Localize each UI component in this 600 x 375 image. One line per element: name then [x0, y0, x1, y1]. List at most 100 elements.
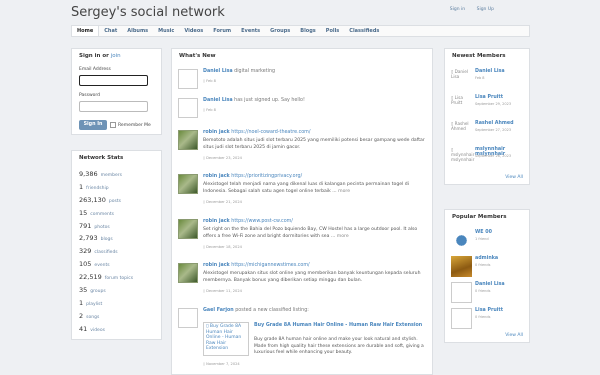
member-avatar[interactable] [451, 308, 472, 329]
stat-link[interactable]: friendship [86, 186, 108, 191]
member-avatar[interactable]: ▯ Lisa Pruitt [451, 95, 472, 116]
more-link[interactable]: more [338, 189, 350, 194]
avatar[interactable] [178, 174, 198, 194]
avatar[interactable] [178, 219, 198, 239]
avatar[interactable] [178, 69, 198, 89]
stat-link[interactable]: members [101, 173, 122, 178]
member-avatar[interactable] [451, 282, 472, 303]
stat-link[interactable]: comments [90, 212, 114, 217]
tab-forum[interactable]: Forum [208, 26, 236, 36]
remember-me[interactable]: Remember Me [110, 122, 151, 128]
activity-item: robin jack https://michigannewstimes.com… [178, 263, 428, 299]
stat-link[interactable]: photos [94, 225, 109, 230]
activity-body: Alexistogel merupakan situs slot online … [203, 271, 421, 283]
activity-user[interactable]: Gael Farjon [203, 308, 234, 313]
activity-date: ▯ November 7, 2024 [203, 362, 240, 366]
member-name[interactable]: Daniel Lisa [475, 282, 505, 287]
activity-link[interactable]: https://prioritizingprivacy.org/ [230, 174, 302, 179]
network-stats-panel: Network Stats 9,386 members 1 friendship 2… [71, 150, 162, 340]
join-link[interactable]: join [111, 53, 121, 59]
activity-user[interactable]: Daniel Lisa [203, 98, 233, 103]
stat-link[interactable]: forum topics [105, 276, 133, 281]
tab-home[interactable]: Home [72, 26, 100, 36]
activity-link[interactable]: https://noel-coward-theatre.com/ [230, 130, 310, 135]
activity-link[interactable]: https://michigannewstimes.com/ [230, 263, 309, 268]
stat-link[interactable]: posts [109, 199, 121, 204]
avatar[interactable] [178, 263, 198, 283]
member-item: adminka 0 friends [451, 256, 527, 278]
member-friends: 0 friends [475, 263, 491, 267]
tab-groups[interactable]: Groups [265, 26, 295, 36]
tab-blogs[interactable]: Blogs [295, 26, 321, 36]
member-name[interactable]: Daniel Lisa [475, 69, 505, 74]
activity-body: Alexistogel telah menjadi nama yang dike… [203, 182, 410, 194]
member-name[interactable]: adminka [475, 256, 498, 261]
member-item: Lisa Pruitt 0 friends [451, 308, 527, 330]
member-name[interactable]: Rashel Ahmed [475, 121, 514, 126]
stat-item: 9,386 members [79, 170, 122, 178]
stat-link[interactable]: events [94, 263, 109, 268]
view-all-link[interactable]: View All [505, 333, 523, 338]
stat-link[interactable]: songs [86, 315, 99, 320]
stat-item: 1 playlist [79, 298, 103, 307]
member-friends: 0 friends [475, 289, 491, 293]
avatar[interactable] [178, 308, 198, 328]
activity-user[interactable]: robin jack [203, 263, 230, 268]
password-field[interactable] [79, 101, 148, 112]
member-name[interactable]: Lisa Pruitt [475, 95, 503, 100]
tab-classifieds[interactable]: Classifieds [344, 26, 384, 36]
signin-button[interactable]: Sign In [79, 120, 107, 130]
tab-events[interactable]: Events [236, 26, 265, 36]
signup-link[interactable]: Sign Up [477, 7, 494, 12]
tab-music[interactable]: Music [153, 26, 179, 36]
activity-item: robin jack https://noel-coward-theatre.c… [178, 130, 428, 166]
member-name[interactable]: WE 00 [475, 230, 492, 235]
main-nav: Home Chat Albums Music Videos Forum Even… [71, 25, 530, 37]
member-item: ▯ Lisa Pruitt Lisa Pruitt September 29, … [451, 95, 527, 117]
stat-item: 22,519 forum topics [79, 273, 134, 282]
activity-user[interactable]: Daniel Lisa [203, 69, 233, 74]
site-title[interactable]: Sergey's social network [71, 5, 225, 20]
activity-user[interactable]: robin jack [203, 174, 230, 179]
avatar[interactable] [178, 130, 198, 150]
avatar[interactable] [178, 98, 198, 118]
member-avatar[interactable] [451, 230, 472, 251]
member-name[interactable]: Lisa Pruitt [475, 308, 503, 313]
member-avatar[interactable]: ▯ Rashel Ahmed [451, 121, 472, 142]
member-item: ▯ mslynnhair mslynnhair mslynnhair mslyn… [451, 147, 527, 169]
stat-link[interactable]: playlist [86, 302, 102, 307]
activity-user[interactable]: robin jack [203, 219, 230, 224]
tab-videos[interactable]: Videos [179, 26, 208, 36]
activity-link[interactable]: https://www.post-cw.com/ [230, 219, 293, 224]
signin-link[interactable]: Sign in [450, 7, 465, 12]
auth-links: Sign in Sign Up [440, 7, 494, 12]
member-friends: 1 friend [475, 237, 489, 241]
stat-link[interactable]: videos [90, 328, 105, 333]
tab-albums[interactable]: Albums [122, 26, 153, 36]
classified-image[interactable]: ▯ Buy Grade 8A Human Hair Online - Human… [203, 322, 249, 356]
member-avatar[interactable] [451, 256, 472, 277]
view-all-link[interactable]: View All [505, 175, 523, 180]
stat-item: 35 groups [79, 286, 106, 295]
member-item: ▯ Daniel Lisa Daniel Lisa Feb 8 [451, 69, 527, 91]
member-avatar[interactable]: ▯ Daniel Lisa [451, 69, 472, 90]
stat-link[interactable]: groups [90, 289, 105, 294]
classified-title[interactable]: Buy Grade 8A Human Hair Online - Human R… [254, 323, 424, 329]
signin-panel: Sign in or join Email Address Password S… [71, 48, 162, 135]
member-friends: 0 friends [475, 315, 491, 319]
remember-checkbox[interactable] [110, 122, 116, 128]
password-label: Password [79, 93, 101, 98]
stat-link[interactable]: classifieds [94, 250, 117, 255]
more-link[interactable]: more [337, 234, 349, 239]
activity-date: ▯ December 11, 2024 [203, 289, 242, 293]
stat-link[interactable]: blogs [101, 237, 113, 242]
member-date: Feb 8 [475, 76, 485, 80]
activity-user[interactable]: robin jack [203, 130, 230, 135]
stat-item: 15 comments [79, 208, 115, 217]
email-field[interactable] [79, 75, 148, 86]
member-item: Daniel Lisa 0 friends [451, 282, 527, 304]
tab-polls[interactable]: Polls [321, 26, 345, 36]
signin-heading: Sign in or join [79, 53, 121, 59]
member-avatar[interactable]: ▯ mslynnhair mslynnhair [451, 147, 474, 168]
tab-chat[interactable]: Chat [99, 26, 122, 36]
